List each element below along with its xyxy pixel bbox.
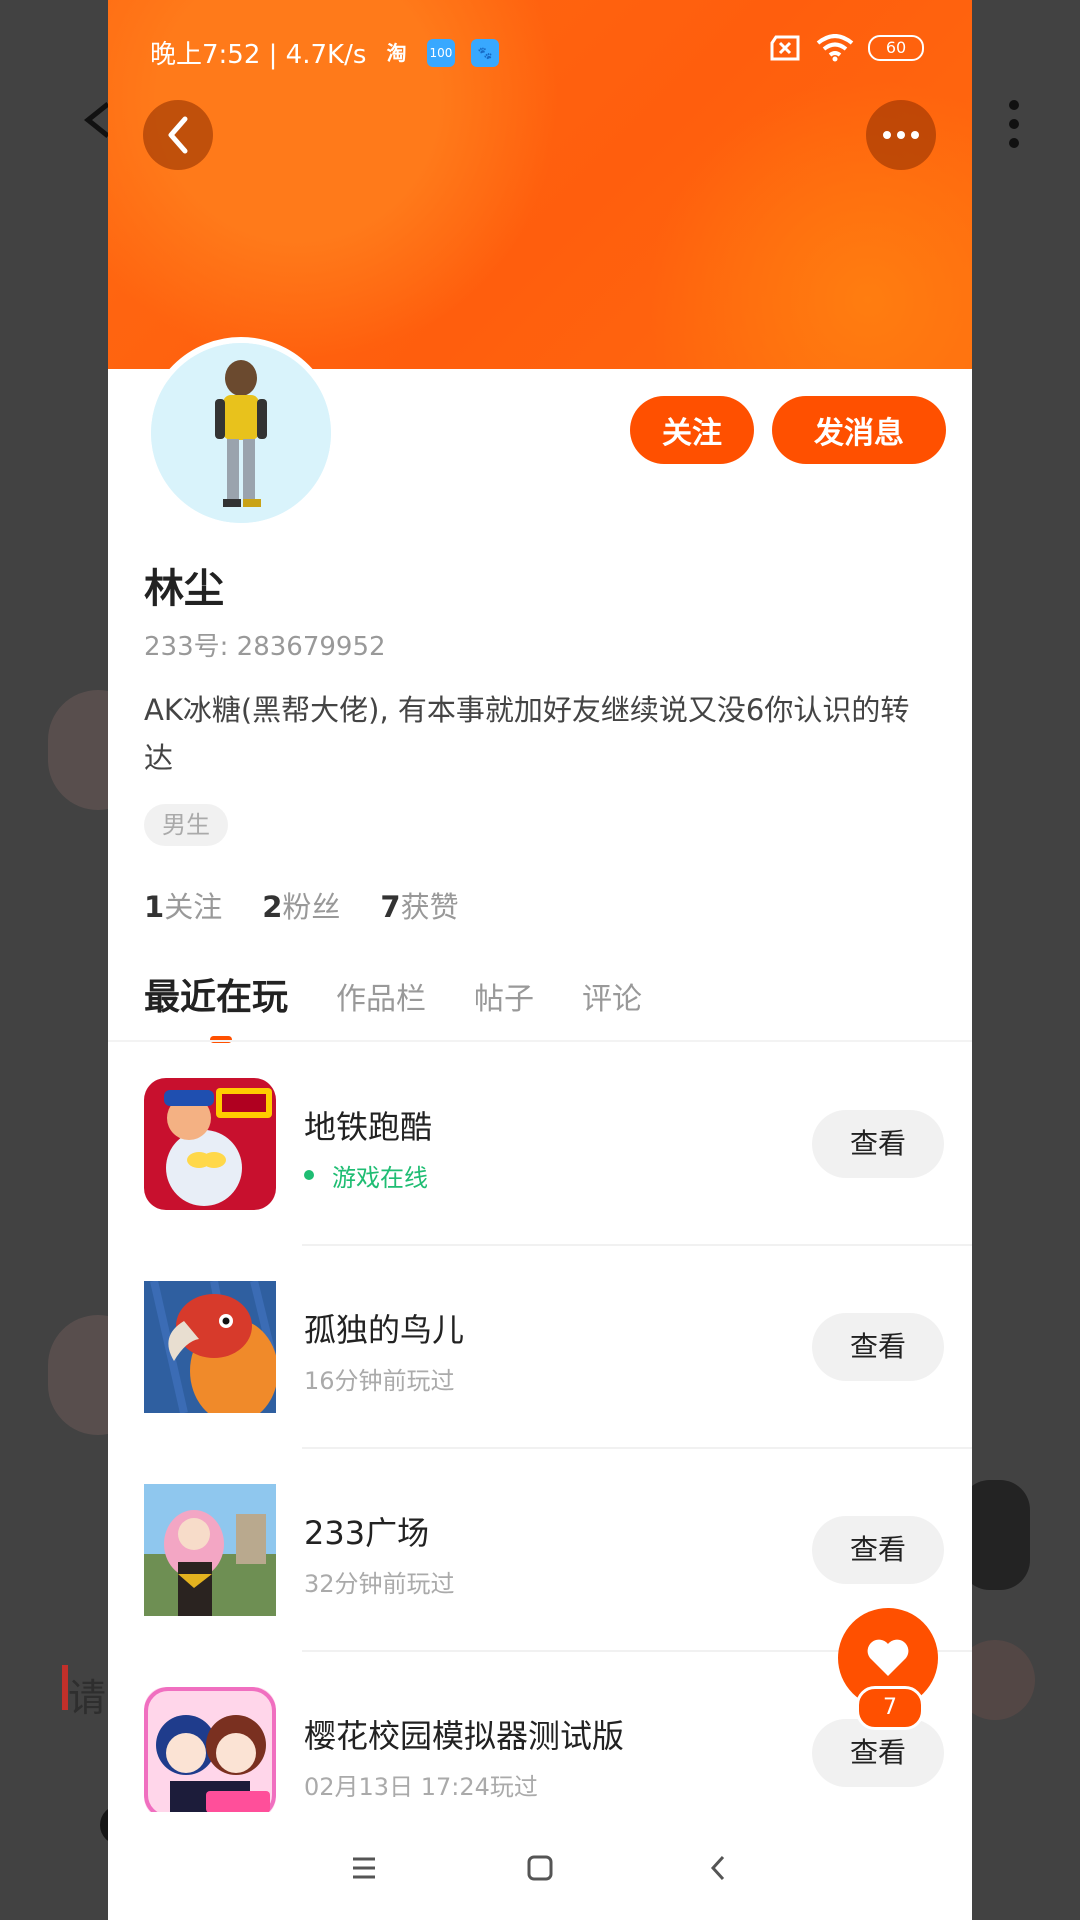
view-button[interactable]: 查看	[812, 1516, 944, 1584]
home-nav-button[interactable]	[520, 1852, 560, 1884]
tab-comments[interactable]: 评论	[582, 974, 642, 1018]
menu-icon	[353, 1857, 375, 1879]
sakura-school-icon	[144, 1687, 276, 1819]
background-more-icon	[1000, 100, 1028, 156]
menu-nav-button[interactable]	[344, 1852, 384, 1884]
stat-likes[interactable]: 7获赞	[380, 884, 458, 926]
user-bio: AK冰糖(黑帮大佬), 有本事就加好友继续说又没6你认识的转达	[144, 693, 910, 775]
233-plaza-icon	[144, 1484, 276, 1616]
game-title: 地铁跑酷	[304, 1108, 433, 1146]
tabs-divider	[108, 1040, 972, 1042]
game-title: 孤独的鸟儿	[304, 1311, 465, 1349]
profile-tabs: 最近在玩 作品栏 帖子 评论	[144, 968, 642, 1043]
no-sim-icon	[770, 35, 800, 61]
profile-banner: 晚上7:52 | 4.7K/s 淘 100 🐾 60	[108, 0, 972, 369]
stat-fans[interactable]: 2粉丝	[262, 884, 340, 926]
more-dots-icon	[883, 131, 919, 139]
back-button[interactable]	[143, 100, 213, 170]
game-title: 樱花校园模拟器测试版	[304, 1717, 625, 1755]
list-item[interactable]: 孤独的鸟儿 16分钟前玩过 查看	[144, 1281, 944, 1417]
follow-button[interactable]: 关注	[630, 396, 754, 464]
taobao-icon: 淘	[386, 40, 407, 65]
tab-works[interactable]: 作品栏	[336, 974, 426, 1018]
view-button[interactable]: 查看	[812, 1313, 944, 1381]
row-divider	[302, 1447, 972, 1449]
avatar-character-image	[151, 343, 331, 523]
home-square-icon	[527, 1855, 553, 1881]
profile-sheet: 晚上7:52 | 4.7K/s 淘 100 🐾 60 关注 发消息 林尘 233…	[108, 0, 972, 1920]
status-right: 60	[768, 34, 924, 62]
more-options-button[interactable]	[866, 100, 936, 170]
gender-tag: 男生	[144, 804, 228, 846]
back-nav-button[interactable]	[698, 1852, 738, 1884]
back-arrow-icon	[168, 116, 188, 154]
user-name: 林尘	[144, 566, 224, 612]
game-last-played: 16分钟前玩过	[304, 1367, 455, 1395]
baidu-paw-icon: 🐾	[471, 38, 500, 67]
list-item[interactable]: 樱花校园模拟器测试版 02月13日 17:24玩过 查看	[144, 1687, 944, 1823]
battery-indicator: 60	[868, 35, 924, 61]
app-100-icon: 100	[426, 38, 455, 67]
view-button[interactable]: 查看	[812, 1110, 944, 1178]
back-chevron-icon	[710, 1855, 725, 1881]
game-title: 233广场	[304, 1514, 430, 1552]
list-item[interactable]: 地铁跑酷 游戏在线 查看	[144, 1078, 944, 1214]
user-stats: 1关注 2粉丝 7获赞	[144, 884, 459, 926]
user-id: 233号: 283679952	[144, 632, 386, 662]
system-nav-bar	[108, 1812, 972, 1920]
lonely-bird-icon	[144, 1281, 276, 1413]
like-count-badge: 7	[856, 1686, 924, 1730]
game-status-online: 游戏在线	[304, 1158, 428, 1193]
stat-following[interactable]: 1关注	[144, 884, 222, 926]
heart-icon	[867, 1639, 909, 1676]
list-item[interactable]: 233广场 32分钟前玩过 查看	[144, 1484, 944, 1620]
row-divider	[302, 1244, 972, 1246]
subway-surfers-icon	[144, 1078, 276, 1210]
wifi-icon	[816, 34, 854, 62]
avatar[interactable]	[145, 337, 337, 529]
tab-posts[interactable]: 帖子	[474, 974, 534, 1018]
game-last-played: 02月13日 17:24玩过	[304, 1773, 538, 1801]
tab-recently-played[interactable]: 最近在玩	[144, 968, 288, 1043]
status-time: 晚上7:52 | 4.7K/s	[150, 40, 367, 70]
status-bar: 晚上7:52 | 4.7K/s 淘 100 🐾	[150, 34, 500, 71]
background-input-hint: 请	[68, 1676, 107, 1720]
send-message-button[interactable]: 发消息	[772, 396, 946, 464]
game-last-played: 32分钟前玩过	[304, 1570, 455, 1598]
